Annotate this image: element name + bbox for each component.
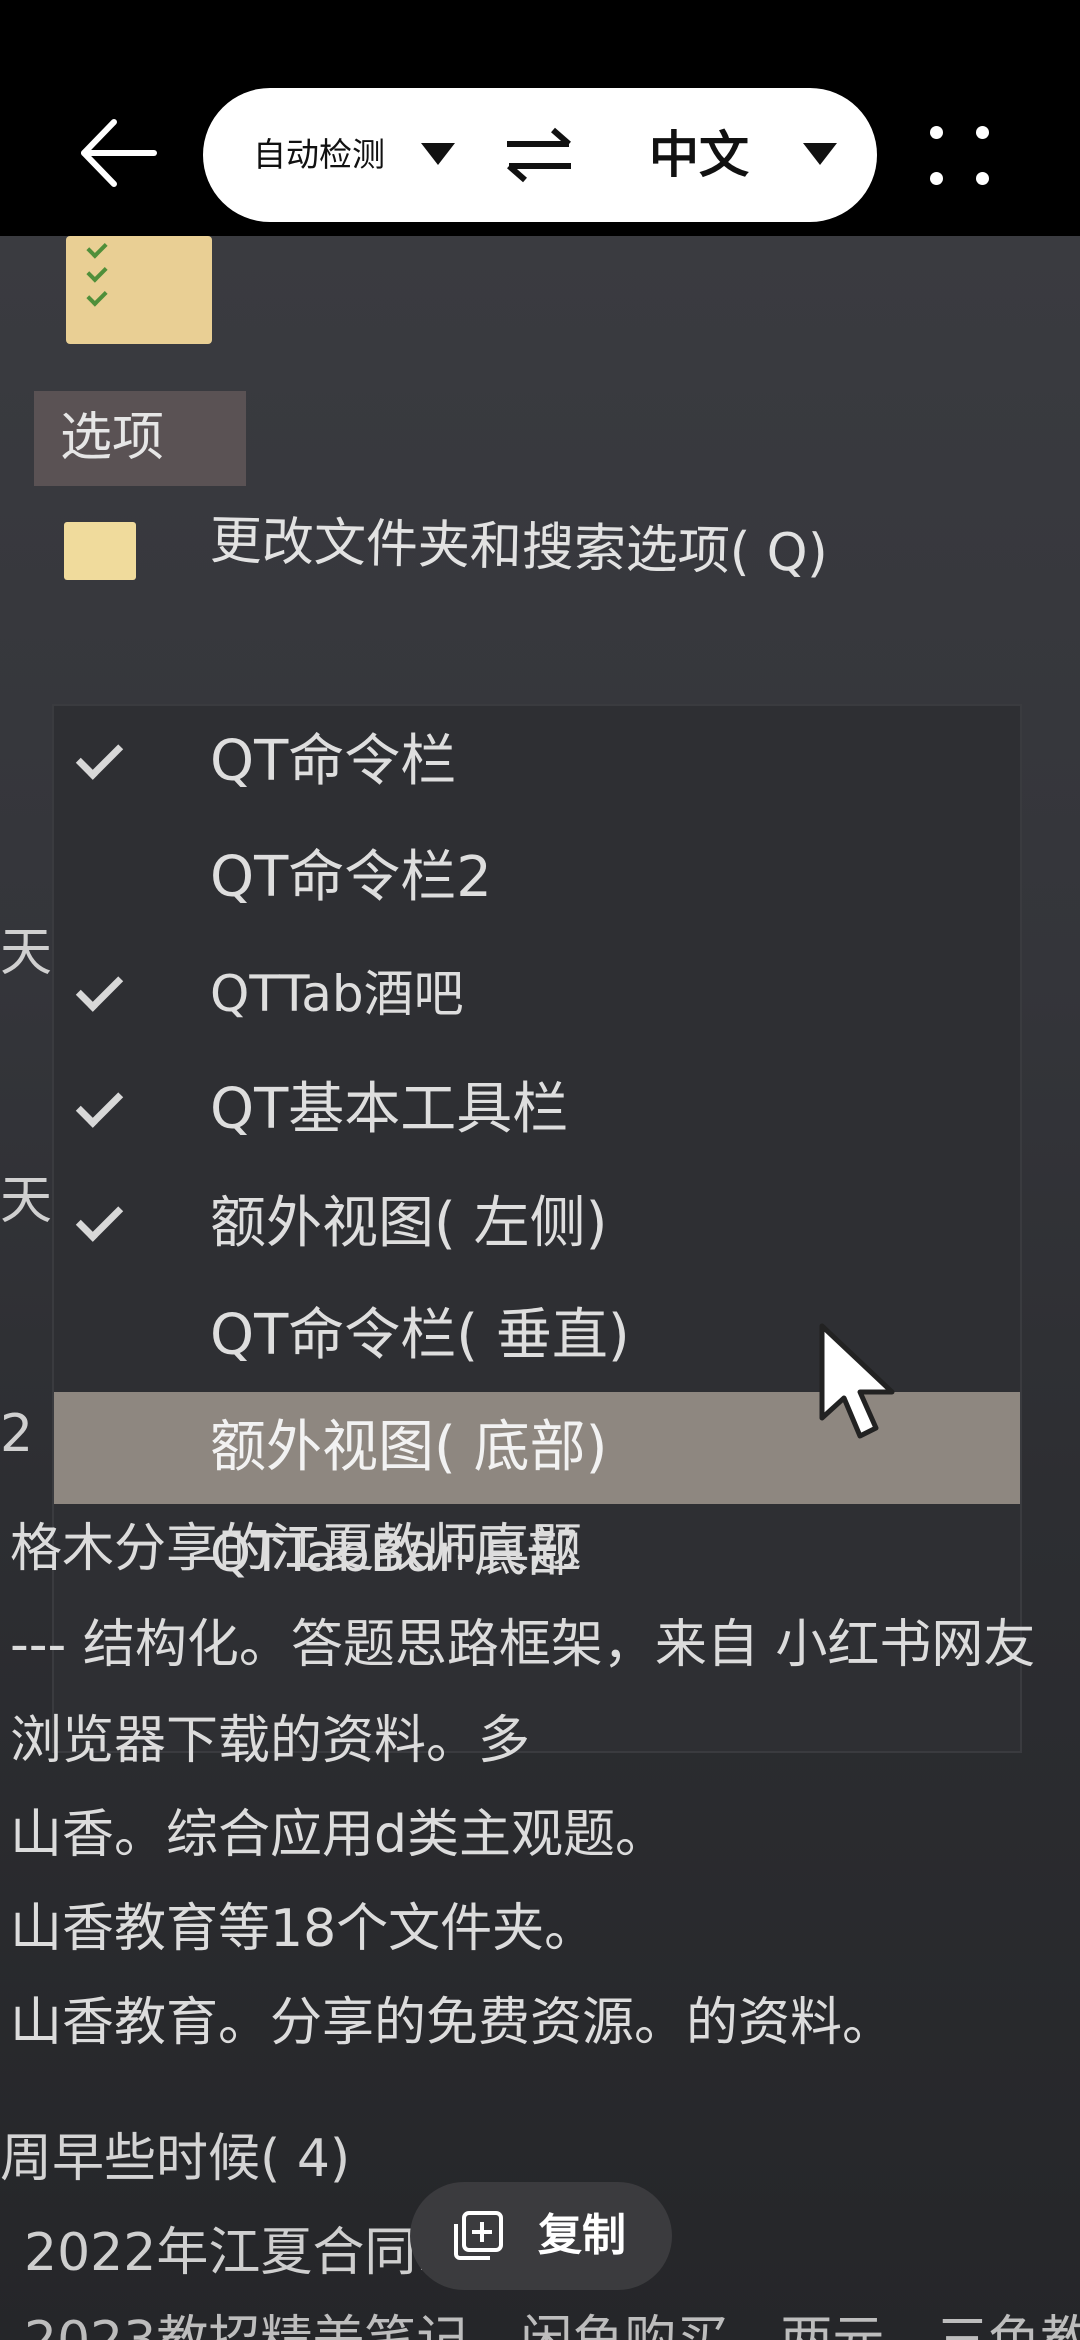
checkmark-icon [75, 732, 124, 780]
dot [930, 126, 943, 139]
fragment-text: 天 [0, 923, 53, 983]
notepad-checklist-icon [66, 236, 212, 344]
menu-item-label: QT命令栏( 垂直) [210, 1303, 630, 1368]
list-item[interactable]: 2023教招精美笔记，闲鱼购买。两元。三色教 [24, 2298, 1080, 2340]
checkmark-icon [75, 964, 124, 1012]
menu-item-label: QTTab酒吧 [210, 965, 464, 1023]
dot [976, 126, 989, 139]
swap-languages-button[interactable] [503, 126, 575, 184]
menu-item-qt-command-bar-2[interactable]: QT命令栏2 [54, 822, 1020, 934]
list-item[interactable]: 格木分享的江夏教师真题 [10, 1506, 582, 1581]
arrow-left-icon [81, 119, 157, 187]
menu-item-qttab-bar[interactable]: QTTab酒吧 [54, 938, 1020, 1050]
copy-button[interactable]: 复制 [410, 2182, 672, 2290]
copy-plus-icon [454, 2211, 503, 2260]
list-item[interactable]: 山香。综合应用d类主观题。 [10, 1792, 667, 1867]
menu-item-label: 额外视图( 左侧) [210, 1191, 608, 1256]
menu-item-label: QT基本工具栏 [210, 1077, 569, 1142]
list-item[interactable]: 山香教育。分享的免费资源。的资料。 [10, 1980, 894, 2055]
options-menu-header[interactable]: 选项 [34, 391, 246, 486]
list-item[interactable]: 2022年江夏合同制 [24, 2210, 468, 2285]
dot [930, 172, 943, 185]
mouse-pointer-icon [819, 1323, 895, 1439]
list-item[interactable]: 浏览器下载的资料。多 [10, 1698, 530, 1773]
translate-toolbar: 自动检测 中文 [0, 0, 1080, 236]
photographed-screen: 选项 更改文件夹和搜索选项( Q) 天 天 2 QT命令栏 QT命令栏2 QTT… [0, 236, 1080, 2340]
menu-item-label: 额外视图( 底部) [210, 1415, 608, 1480]
dropdown-arrow-icon[interactable] [803, 143, 837, 165]
menu-item-qt-command-bar[interactable]: QT命令栏 [54, 706, 1020, 818]
menu-item-qt-basic-toolbar[interactable]: QT基本工具栏 [54, 1054, 1020, 1166]
language-selector: 自动检测 中文 [203, 88, 877, 222]
fragment-text: 天 [0, 1171, 53, 1231]
menu-item-extra-view-left[interactable]: 额外视图( 左侧) [54, 1168, 1020, 1280]
back-button[interactable] [78, 112, 160, 194]
checkmark-icon [75, 1080, 124, 1128]
qt-toolbar-submenu: QT命令栏 QT命令栏2 QTTab酒吧 QT基本工具栏 额外视图( 左侧) Q… [54, 706, 1020, 1751]
menu-item-label: QT命令栏 [210, 729, 457, 794]
fragment-text: 2 [0, 1404, 34, 1464]
source-language-dropdown[interactable]: 自动检测 [253, 88, 385, 222]
more-options-button[interactable] [930, 126, 992, 188]
change-folder-options-item[interactable]: 更改文件夹和搜索选项( Q) [209, 498, 828, 586]
checkmark-icon [75, 1194, 124, 1242]
target-language-dropdown[interactable]: 中文 [649, 88, 749, 222]
group-header[interactable]: 周早些时候( 4) [0, 2116, 350, 2191]
list-item[interactable]: --- 结构化。答题思路框架，来自 小红书网友 [10, 1602, 1035, 1677]
dropdown-arrow-icon[interactable] [421, 143, 455, 165]
menu-item-label: QT命令栏2 [210, 845, 492, 910]
swap-arrows-icon [507, 127, 571, 183]
dot [976, 172, 989, 185]
list-item[interactable]: 山香教育等18个文件夹。 [10, 1886, 596, 1961]
folder-icon [64, 522, 136, 580]
copy-label: 复制 [538, 2210, 626, 2261]
